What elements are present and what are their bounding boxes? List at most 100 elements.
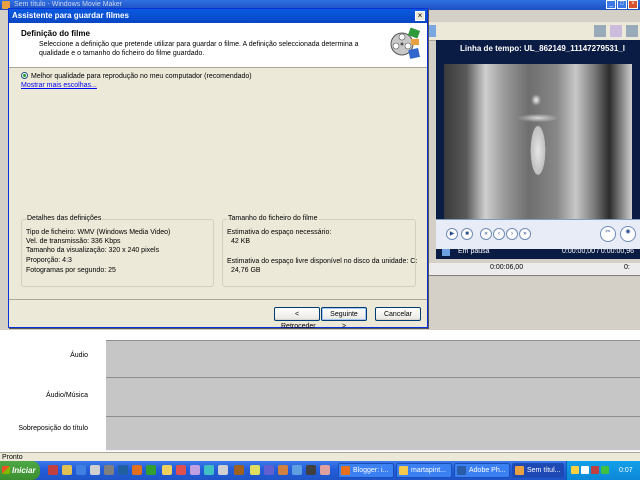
track-label-title-overlay: Sobreposição do título bbox=[18, 425, 88, 432]
taskbar: Iniciar Blogger: i... martapint... Adobe… bbox=[0, 461, 640, 480]
toolbar-icon[interactable] bbox=[594, 25, 606, 37]
ruler-mark: 0:00:06,00 bbox=[490, 264, 524, 271]
quicklaunch-icon[interactable] bbox=[48, 465, 58, 475]
tray-icon[interactable] bbox=[601, 466, 609, 474]
clock[interactable]: 0:07 bbox=[619, 461, 633, 480]
forward-icon[interactable]: » bbox=[519, 228, 531, 240]
radio-selected[interactable] bbox=[21, 72, 28, 79]
movie-reel-icon bbox=[390, 27, 421, 59]
wizard-close-button[interactable]: × bbox=[415, 11, 425, 21]
space-needed-label: Estimativa do espaço necessário: bbox=[227, 229, 332, 236]
tray-icon[interactable] bbox=[581, 466, 589, 474]
quicklaunch-icon[interactable] bbox=[62, 465, 72, 475]
stop-icon[interactable]: ■ bbox=[461, 228, 473, 240]
tray-icon[interactable] bbox=[571, 466, 579, 474]
firefox-icon bbox=[341, 466, 350, 475]
snapshot-icon[interactable]: ◉ bbox=[620, 226, 636, 242]
quicklaunch-icon[interactable] bbox=[250, 465, 260, 475]
movie-maker-icon bbox=[515, 466, 524, 475]
detail-line: Fotogramas por segundo: 25 bbox=[26, 267, 116, 274]
start-button[interactable]: Iniciar bbox=[0, 461, 40, 480]
next-frame-icon[interactable]: › bbox=[506, 228, 518, 240]
quicklaunch-icon[interactable] bbox=[306, 465, 316, 475]
timeline: Áudio Áudio/Música Sobreposição do títul… bbox=[0, 330, 640, 452]
tray-icon[interactable] bbox=[591, 466, 599, 474]
quicklaunch-icon[interactable] bbox=[234, 465, 244, 475]
quicklaunch-icon[interactable] bbox=[292, 465, 302, 475]
task-blogger[interactable]: Blogger: i... bbox=[338, 463, 394, 478]
audio-track[interactable] bbox=[106, 340, 640, 378]
detail-line: Tipo de ficheiro: WMV (Windows Media Vid… bbox=[26, 229, 171, 236]
preview-monitor: Linha de tempo: UL_862149_11147279531_l … bbox=[436, 40, 640, 259]
track-label-audio-music: Áudio/Música bbox=[45, 392, 88, 399]
track-label-audio: Áudio bbox=[70, 352, 88, 359]
detail-line: Vel. de transmissão: 336 Kbps bbox=[26, 238, 121, 245]
quicklaunch-icon[interactable] bbox=[218, 465, 228, 475]
video-preview bbox=[444, 64, 632, 244]
wizard-description: Seleccione a definição que pretende util… bbox=[39, 41, 359, 57]
quicklaunch-icon[interactable] bbox=[104, 465, 114, 475]
quicklaunch-icon[interactable] bbox=[118, 465, 128, 475]
back-button[interactable]: < Retroceder bbox=[274, 307, 320, 330]
free-space-value: 24,76 GB bbox=[231, 267, 261, 274]
maximize-button[interactable]: □ bbox=[617, 0, 627, 9]
task-label: Blogger: i... bbox=[353, 467, 389, 474]
monitor-title: Linha de tempo: UL_862149_11147279531_l bbox=[460, 44, 625, 53]
wizard-header: Definição do filme Seleccione a definiçã… bbox=[9, 23, 427, 68]
quicklaunch-icon[interactable] bbox=[204, 465, 214, 475]
wizard-title: Assistente para guardar filmes bbox=[12, 11, 129, 20]
monitor-icon bbox=[442, 249, 450, 256]
button-separator bbox=[9, 299, 427, 300]
detail-line: Proporção: 4:3 bbox=[26, 257, 72, 264]
system-tray: 0:07 bbox=[566, 461, 640, 480]
task-movie-maker[interactable]: Sem títul... bbox=[512, 463, 564, 478]
previous-frame-icon[interactable]: ‹ bbox=[493, 228, 505, 240]
start-label: Iniciar bbox=[12, 466, 36, 475]
settings-details-title: Detalhes das definições bbox=[26, 215, 103, 222]
task-photoshop[interactable]: Adobe Ph... bbox=[454, 463, 510, 478]
audio-music-track[interactable] bbox=[106, 377, 640, 417]
quicklaunch-icon[interactable] bbox=[132, 465, 142, 475]
play-icon[interactable]: ▶ bbox=[446, 228, 458, 240]
app-title: Sem título - Windows Movie Maker bbox=[14, 1, 123, 8]
app-window-controls: _ □ × bbox=[605, 0, 638, 9]
quality-option[interactable]: Melhor qualidade para reprodução no meu … bbox=[21, 71, 252, 80]
minimize-button[interactable]: _ bbox=[606, 0, 616, 9]
next-button[interactable]: Seguinte > bbox=[321, 307, 367, 330]
title-overlay-track[interactable] bbox=[106, 416, 640, 451]
toolbar-icon[interactable] bbox=[610, 25, 622, 37]
detail-line: Tamanho da visualização: 320 x 240 pixel… bbox=[26, 247, 160, 254]
task-label: martapint... bbox=[411, 467, 447, 474]
show-more-choices-link[interactable]: Mostrar mais escolhas... bbox=[21, 82, 97, 89]
close-button[interactable]: × bbox=[628, 0, 638, 9]
file-size-title: Tamanho do ficheiro do filme bbox=[227, 215, 319, 222]
split-clip-icon[interactable]: ✂ bbox=[600, 226, 616, 242]
quicklaunch-icon[interactable] bbox=[146, 465, 156, 475]
windows-logo-icon bbox=[2, 466, 10, 474]
status-bar: Pronto bbox=[0, 452, 640, 461]
quicklaunch-icon[interactable] bbox=[278, 465, 288, 475]
wizard-heading: Definição do filme bbox=[21, 29, 90, 38]
space-needed-value: 42 KB bbox=[231, 238, 251, 245]
task-label: Adobe Ph... bbox=[469, 467, 506, 474]
quality-option-label: Melhor qualidade para reprodução no meu … bbox=[31, 73, 252, 80]
quicklaunch-icon[interactable] bbox=[90, 465, 100, 475]
quicklaunch-icon[interactable] bbox=[320, 465, 330, 475]
file-size-group: Tamanho do ficheiro do filme Estimativa … bbox=[222, 215, 418, 287]
quicklaunch-icon[interactable] bbox=[190, 465, 200, 475]
folder-icon bbox=[399, 466, 408, 475]
timeline-ruler[interactable]: 0:00:06,00 0: bbox=[428, 263, 640, 276]
rewind-icon[interactable]: « bbox=[480, 228, 492, 240]
quicklaunch-icon[interactable] bbox=[162, 465, 172, 475]
quicklaunch-icon[interactable] bbox=[176, 465, 186, 475]
settings-details-group: Detalhes das definições Tipo de ficheiro… bbox=[21, 215, 214, 287]
task-folder[interactable]: martapint... bbox=[396, 463, 452, 478]
photoshop-icon bbox=[457, 466, 466, 475]
ruler-mark-partial: 0: bbox=[624, 264, 630, 271]
quicklaunch-icon[interactable] bbox=[76, 465, 86, 475]
playback-controls: ▶ ■ « ‹ › » ✂ ◉ bbox=[436, 219, 640, 249]
quicklaunch-icon[interactable] bbox=[264, 465, 274, 475]
free-space-label: Estimativa do espaço livre disponível no… bbox=[227, 258, 418, 265]
toolbar-icon[interactable] bbox=[626, 25, 638, 37]
cancel-button[interactable]: Cancelar bbox=[375, 307, 421, 321]
